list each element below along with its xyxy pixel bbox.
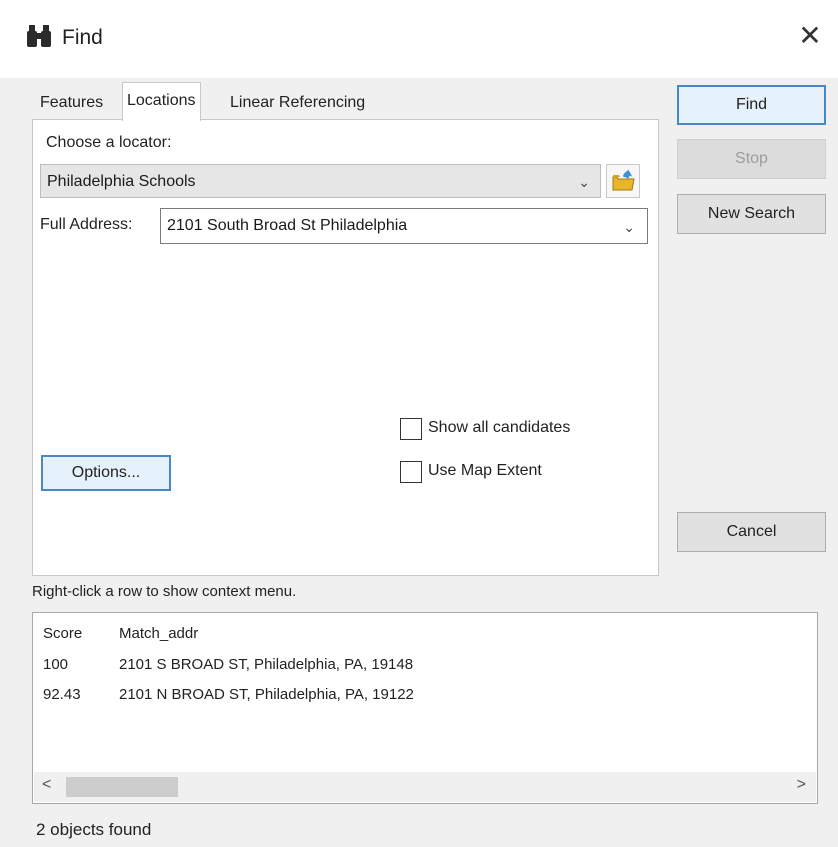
show-all-candidates-label: Show all candidates bbox=[428, 419, 571, 436]
address-input[interactable]: 2101 South Broad St Philadelphia ⌄ bbox=[160, 208, 648, 244]
show-all-candidates-checkbox[interactable] bbox=[400, 418, 422, 440]
locator-select[interactable]: Philadelphia Schools ⌄ bbox=[40, 164, 601, 198]
close-icon: ✕ bbox=[798, 20, 822, 51]
tab-features[interactable]: Features bbox=[36, 88, 107, 118]
options-button[interactable]: Options... bbox=[41, 455, 171, 491]
binoculars-icon bbox=[27, 25, 51, 47]
status-text: 2 objects found bbox=[36, 820, 152, 839]
use-map-extent-label: Use Map Extent bbox=[428, 462, 542, 479]
scroll-right-icon[interactable]: > bbox=[797, 776, 806, 794]
new-search-button[interactable]: New Search bbox=[677, 194, 826, 234]
close-button[interactable]: ✕ bbox=[792, 18, 828, 54]
find-button[interactable]: Find bbox=[677, 85, 826, 125]
match-addr-cell: 2101 N BROAD ST, Philadelphia, PA, 19122 bbox=[119, 686, 414, 703]
address-label: Full Address: bbox=[40, 216, 133, 233]
use-map-extent-checkbox[interactable] bbox=[400, 461, 422, 483]
window-title: Find bbox=[62, 26, 103, 49]
address-value: 2101 South Broad St Philadelphia bbox=[167, 217, 408, 234]
tab-linear-referencing[interactable]: Linear Referencing bbox=[226, 88, 369, 118]
title-bar: Find ✕ bbox=[0, 0, 838, 78]
locator-value: Philadelphia Schools bbox=[47, 173, 196, 190]
locator-label: Choose a locator: bbox=[46, 134, 172, 151]
results-list[interactable]: Score Match_addr 100 2101 S BROAD ST, Ph… bbox=[32, 612, 818, 804]
find-dialog: Find ✕ Features Locations Linear Referen… bbox=[0, 0, 838, 847]
cancel-button[interactable]: Cancel bbox=[677, 512, 826, 552]
chevron-down-icon: ⌄ bbox=[578, 174, 590, 190]
score-cell: 100 bbox=[43, 656, 69, 673]
column-header-score[interactable]: Score bbox=[43, 625, 82, 642]
tab-locations[interactable]: Locations bbox=[122, 82, 201, 121]
chevron-down-icon: ⌄ bbox=[623, 219, 635, 235]
horizontal-scrollbar[interactable]: < > bbox=[34, 772, 816, 802]
column-header-match-addr[interactable]: Match_addr bbox=[119, 625, 198, 642]
score-cell: 92.43 bbox=[43, 686, 81, 703]
scroll-left-icon[interactable]: < bbox=[42, 776, 51, 794]
stop-button[interactable]: Stop bbox=[677, 139, 826, 179]
browse-locator-button[interactable] bbox=[606, 164, 640, 198]
match-addr-cell: 2101 S BROAD ST, Philadelphia, PA, 19148 bbox=[119, 656, 414, 673]
scrollbar-thumb[interactable] bbox=[66, 777, 178, 797]
open-folder-icon bbox=[612, 169, 635, 191]
context-menu-hint: Right-click a row to show context menu. bbox=[32, 583, 297, 600]
